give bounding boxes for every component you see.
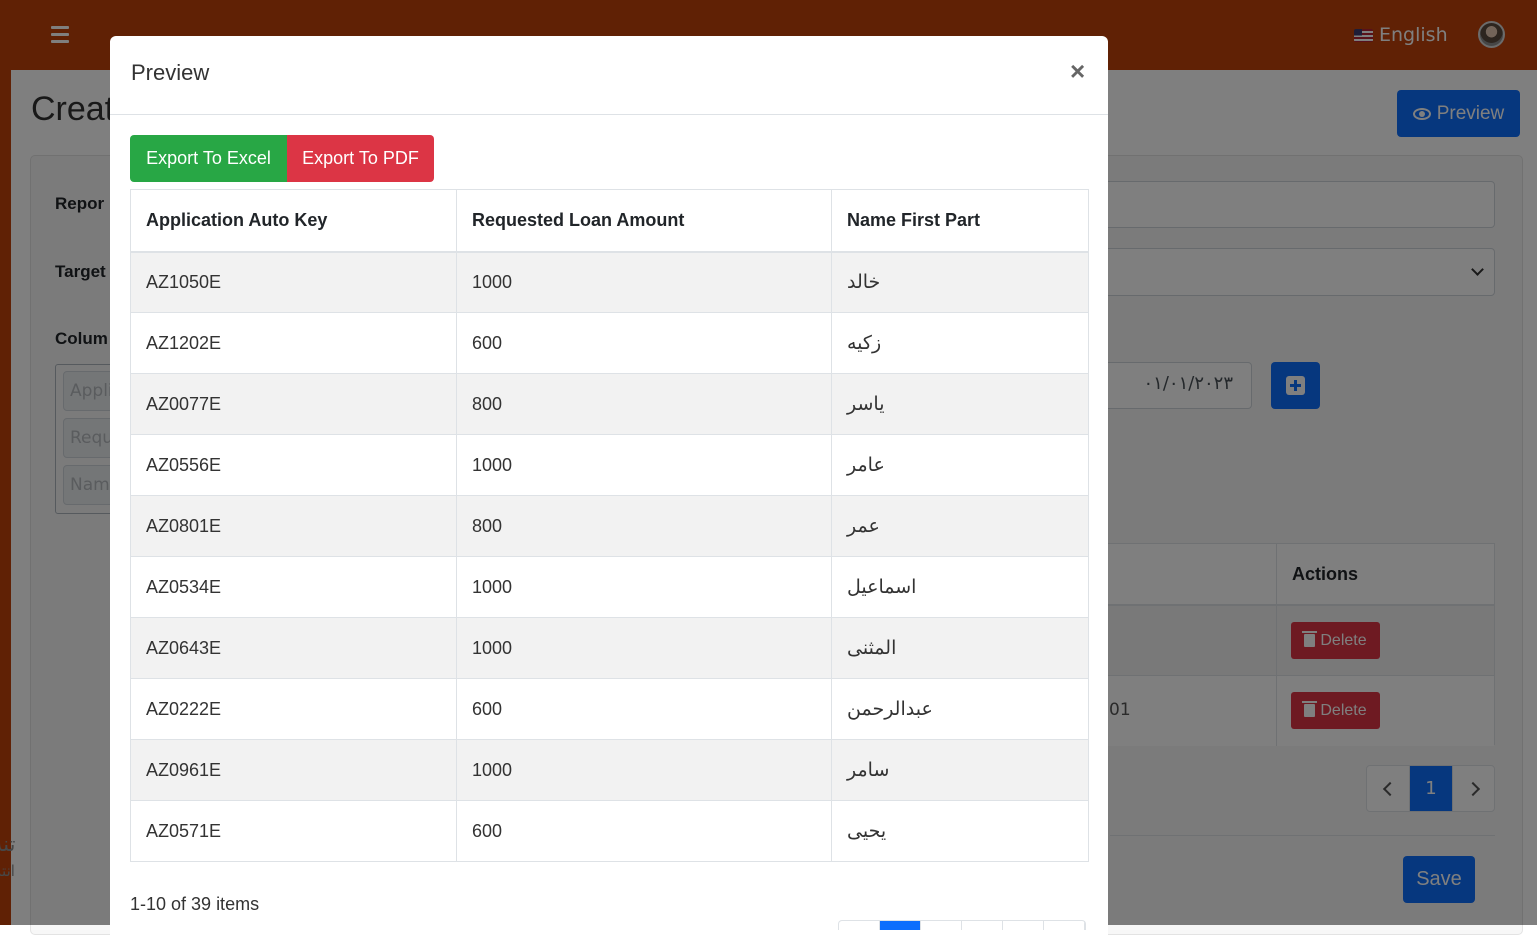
table-header-row: Application Auto Key Requested Loan Amou…: [130, 189, 1089, 253]
first-name-cell: زكيه: [831, 312, 1089, 374]
loan-amount-cell: 1000: [456, 617, 832, 679]
table-row: AZ0571E 600 يحيى: [130, 800, 1089, 862]
application-key-cell: AZ0571E: [130, 800, 457, 862]
first-name-cell: ياسر: [831, 373, 1089, 435]
first-name-cell: عمر: [831, 495, 1089, 557]
column-header[interactable]: Name First Part: [831, 189, 1089, 253]
column-header[interactable]: Requested Loan Amount: [456, 189, 832, 253]
loan-amount-cell: 800: [456, 495, 832, 557]
loan-amount-cell: 1000: [456, 739, 832, 801]
loan-amount-cell: 800: [456, 373, 832, 435]
application-key-cell: AZ0961E: [130, 739, 457, 801]
table-row: AZ0222E 600 عبدالرحمن: [130, 678, 1089, 740]
table-row: AZ0077E 800 ياسر: [130, 373, 1089, 435]
table-row: AZ0801E 800 عمر: [130, 495, 1089, 557]
modal-header: Preview ×: [110, 36, 1108, 115]
table-row: AZ0534E 1000 اسماعيل: [130, 556, 1089, 618]
loan-amount-cell: 600: [456, 800, 832, 862]
table-row: AZ0961E 1000 سامر: [130, 739, 1089, 801]
items-count: 1-10 of 39 items: [130, 894, 260, 914]
application-key-cell: AZ1202E: [130, 312, 457, 374]
loan-amount-cell: 1000: [456, 556, 832, 618]
loan-amount-cell: 1000: [456, 251, 832, 313]
preview-pagination: [838, 920, 1086, 930]
first-name-cell: اسماعيل: [831, 556, 1089, 618]
export-pdf-button[interactable]: Export To PDF: [287, 135, 434, 182]
application-key-cell: AZ0643E: [130, 617, 457, 679]
page-button[interactable]: [880, 921, 921, 930]
first-name-cell: عبدالرحمن: [831, 678, 1089, 740]
table-row: AZ1050E 1000 خالد: [130, 251, 1089, 313]
page-button[interactable]: [962, 921, 1003, 930]
application-key-cell: AZ0801E: [130, 495, 457, 557]
export-excel-button[interactable]: Export To Excel: [130, 135, 287, 182]
application-key-cell: AZ0222E: [130, 678, 457, 740]
close-icon[interactable]: ×: [1070, 58, 1085, 84]
column-header[interactable]: Application Auto Key: [130, 189, 457, 253]
modal-title: Preview: [131, 60, 210, 85]
loan-amount-cell: 600: [456, 312, 832, 374]
page-button[interactable]: [921, 921, 962, 930]
table-row: AZ0643E 1000 المثنى: [130, 617, 1089, 679]
prev-page-button[interactable]: [839, 921, 880, 930]
table-row: AZ1202E 600 زكيه: [130, 312, 1089, 374]
next-page-button[interactable]: [1044, 921, 1085, 930]
first-name-cell: عامر: [831, 434, 1089, 496]
preview-table: Application Auto Key Requested Loan Amou…: [130, 189, 1089, 862]
loan-amount-cell: 600: [456, 678, 832, 740]
page-button[interactable]: [1003, 921, 1044, 930]
table-row: AZ0556E 1000 عامر: [130, 434, 1089, 496]
application-key-cell: AZ0534E: [130, 556, 457, 618]
application-key-cell: AZ0077E: [130, 373, 457, 435]
loan-amount-cell: 1000: [456, 434, 832, 496]
application-key-cell: AZ0556E: [130, 434, 457, 496]
first-name-cell: خالد: [831, 251, 1089, 313]
first-name-cell: المثنى: [831, 617, 1089, 679]
first-name-cell: يحيى: [831, 800, 1089, 862]
application-key-cell: AZ1050E: [130, 251, 457, 313]
preview-modal: Preview × Export To Excel Export To PDF …: [110, 36, 1108, 936]
first-name-cell: سامر: [831, 739, 1089, 801]
